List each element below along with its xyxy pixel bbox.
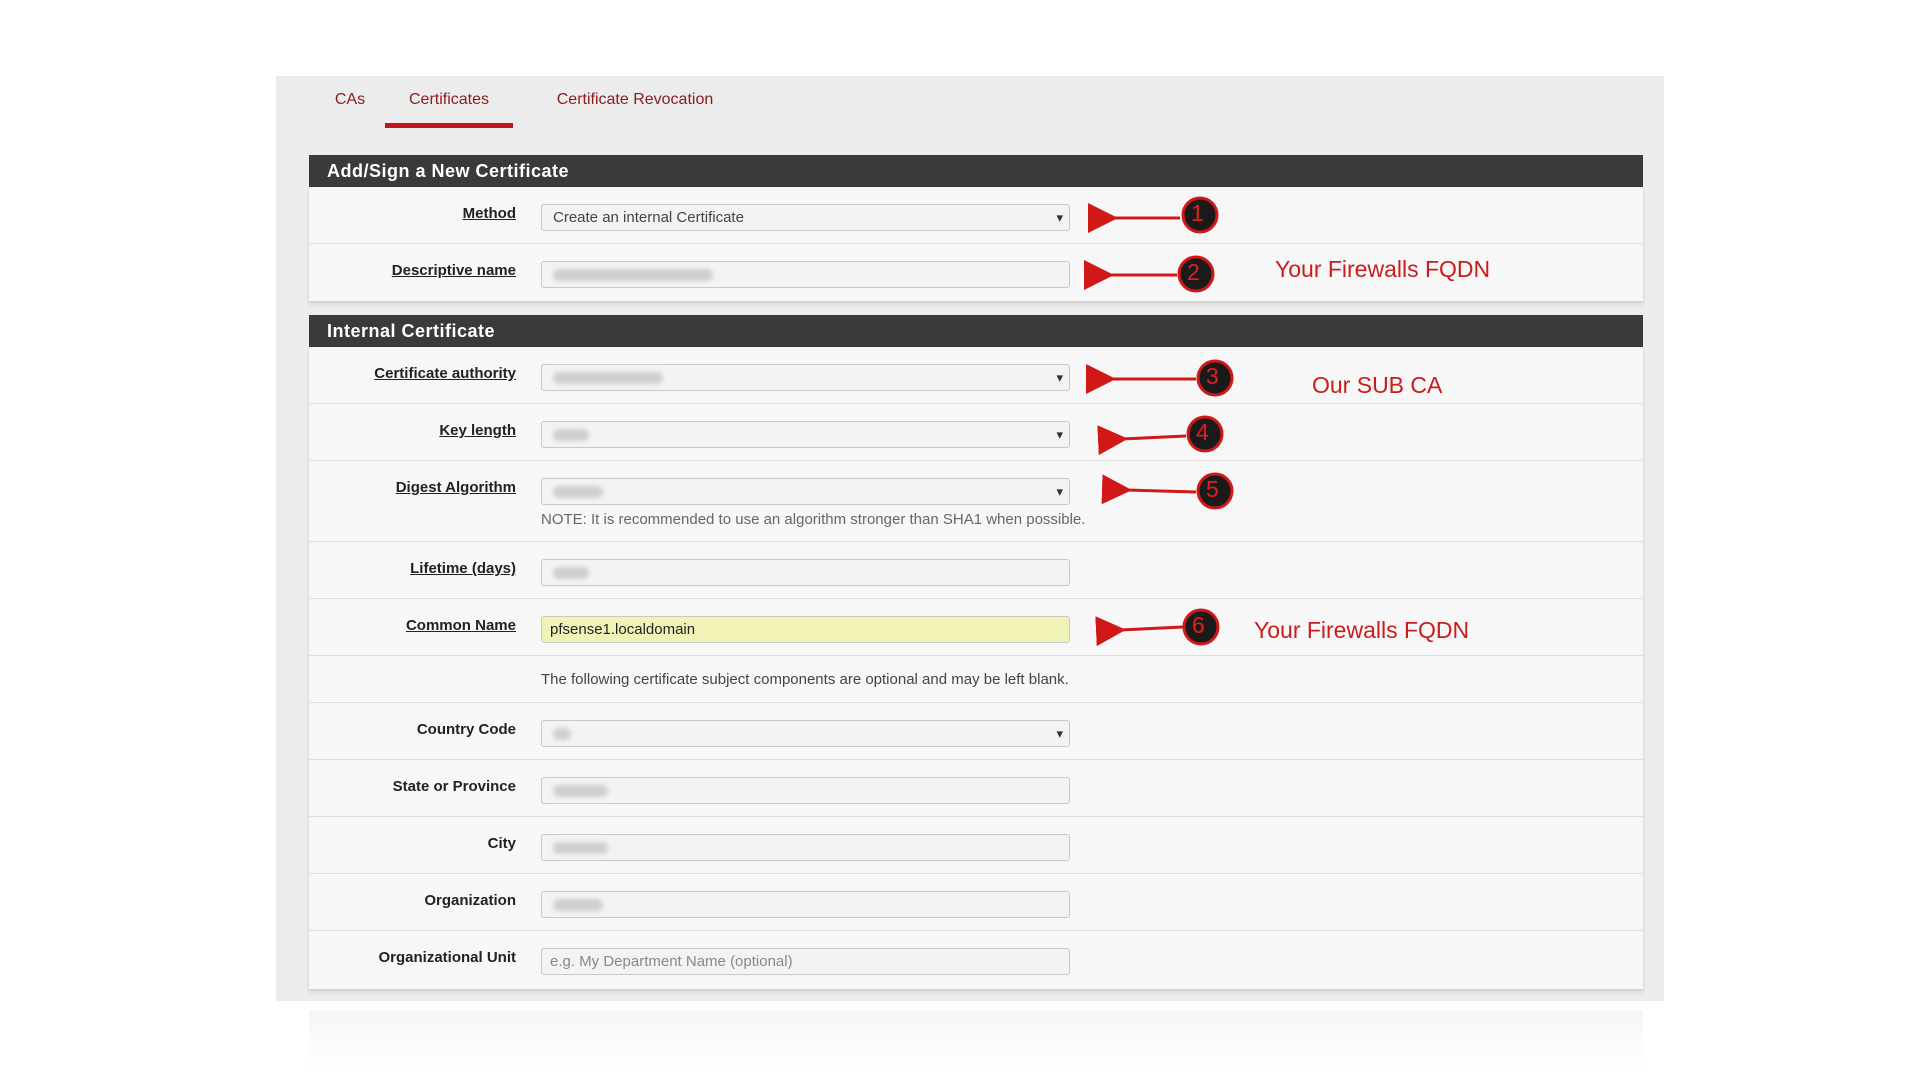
- country-row: Country Code: [309, 703, 1643, 760]
- state-label: State or Province: [392, 778, 516, 795]
- organization-input[interactable]: [541, 891, 1070, 918]
- internal-certificate-panel: Certificate authority Key length Digest …: [309, 347, 1643, 989]
- blurred-value: [553, 785, 608, 797]
- blurred-value: [553, 899, 603, 911]
- lifetime-row: Lifetime (days): [309, 542, 1643, 599]
- blurred-value: [553, 728, 571, 740]
- optional-note: The following certificate subject compon…: [541, 671, 1069, 688]
- common-name-input[interactable]: pfsense1.localdomain: [541, 616, 1070, 643]
- annotation-fqdn-2: Your Firewalls FQDN: [1254, 617, 1470, 643]
- annotation-number-4: 4: [1196, 419, 1209, 445]
- ca-select[interactable]: [541, 364, 1070, 391]
- section-header-internal: Internal Certificate: [309, 315, 1643, 347]
- method-select[interactable]: Create an internal Certificate: [541, 204, 1070, 231]
- annotation-number-1: 1: [1191, 200, 1204, 226]
- tab-certificate-revocation[interactable]: Certificate Revocation: [535, 88, 735, 128]
- country-select[interactable]: [541, 720, 1070, 747]
- annotation-sub-ca: Our SUB CA: [1312, 372, 1443, 398]
- method-label: Method: [462, 205, 516, 222]
- digest-note: NOTE: It is recommended to use an algori…: [541, 511, 1086, 528]
- section-header-add-sign: Add/Sign a New Certificate: [309, 155, 1643, 187]
- blurred-value: [553, 429, 589, 441]
- annotation-number-6: 6: [1192, 612, 1205, 638]
- add-sign-panel: Method Create an internal Certificate De…: [309, 187, 1643, 301]
- city-label: City: [487, 835, 516, 852]
- reflection: [309, 1010, 1643, 1070]
- ou-placeholder: e.g. My Department Name (optional): [550, 953, 793, 970]
- tab-cas[interactable]: CAs: [330, 88, 370, 128]
- annotation-number-2: 2: [1187, 259, 1200, 285]
- blurred-value: [553, 372, 663, 384]
- ou-input[interactable]: e.g. My Department Name (optional): [541, 948, 1070, 975]
- common-name-value: pfsense1.localdomain: [550, 621, 696, 638]
- lifetime-input[interactable]: [541, 559, 1070, 586]
- ou-row: Organizational Unit e.g. My Department N…: [309, 931, 1643, 989]
- city-row: City: [309, 817, 1643, 874]
- key-length-select[interactable]: [541, 421, 1070, 448]
- organization-label: Organization: [424, 892, 516, 909]
- descriptive-name-input[interactable]: [541, 261, 1070, 288]
- method-row: Method Create an internal Certificate: [309, 187, 1643, 244]
- country-label: Country Code: [416, 721, 516, 738]
- blurred-value: [553, 567, 589, 579]
- annotation-number-3: 3: [1206, 363, 1219, 389]
- annotation-number-5: 5: [1206, 476, 1219, 502]
- state-input[interactable]: [541, 777, 1070, 804]
- blurred-value: [553, 486, 603, 498]
- key-length-row: Key length: [309, 404, 1643, 461]
- blurred-value: [553, 269, 713, 281]
- ca-row: Certificate authority: [309, 347, 1643, 404]
- lifetime-label: Lifetime (days): [410, 560, 516, 577]
- annotation-fqdn-1: Your Firewalls FQDN: [1275, 256, 1491, 282]
- organization-row: Organization: [309, 874, 1643, 931]
- descriptive-name-label: Descriptive name: [391, 262, 516, 279]
- key-length-label: Key length: [439, 422, 516, 439]
- ou-label: Organizational Unit: [378, 949, 516, 966]
- digest-label: Digest Algorithm: [395, 479, 516, 496]
- method-value: Create an internal Certificate: [553, 209, 744, 226]
- digest-row: Digest Algorithm NOTE: It is recommended…: [309, 461, 1643, 542]
- digest-select[interactable]: [541, 478, 1070, 505]
- blurred-value: [553, 842, 608, 854]
- common-name-label: Common Name: [405, 617, 516, 634]
- ca-label: Certificate authority: [374, 365, 516, 382]
- state-row: State or Province: [309, 760, 1643, 817]
- optional-note-row: The following certificate subject compon…: [309, 656, 1643, 703]
- city-input[interactable]: [541, 834, 1070, 861]
- tab-certificates[interactable]: Certificates: [385, 88, 513, 128]
